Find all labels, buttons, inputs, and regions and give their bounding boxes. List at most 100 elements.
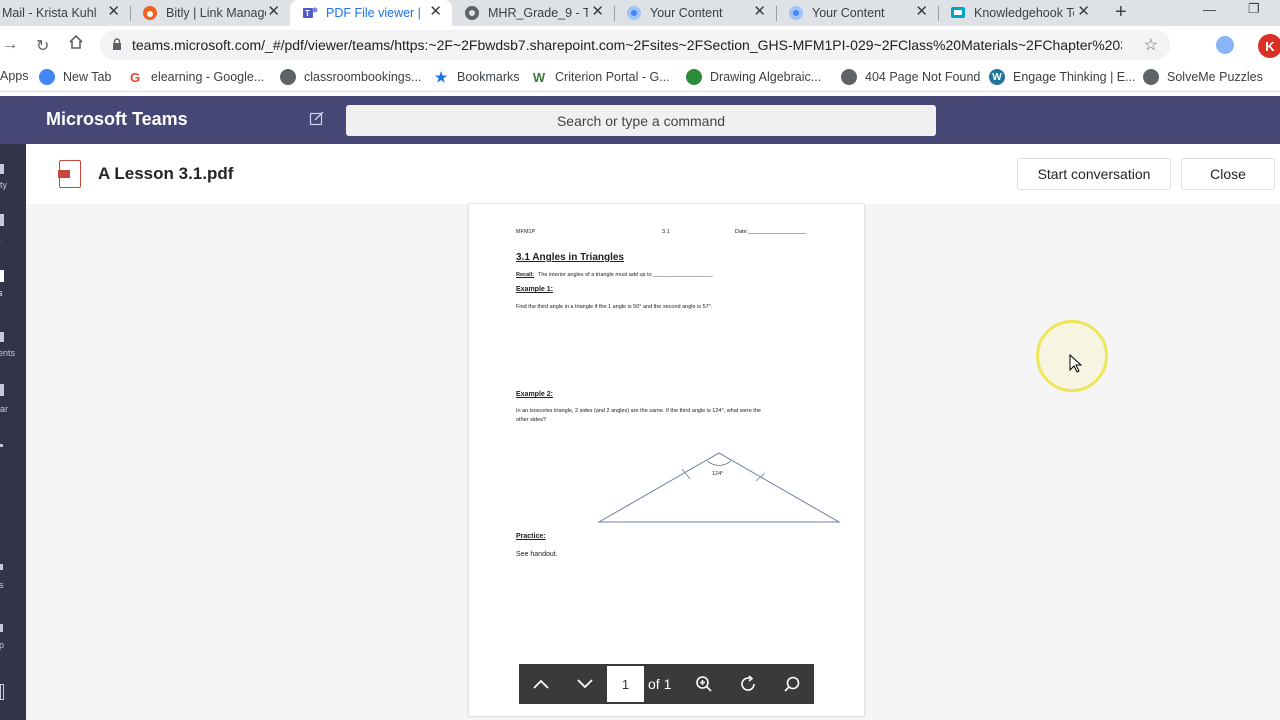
bookmark-404[interactable]: 404 Page Not Found bbox=[841, 69, 980, 85]
isosceles-triangle-diagram bbox=[597, 452, 841, 523]
browser-tab-your-content-1[interactable]: Your Content ✕ bbox=[614, 0, 776, 26]
chat-icon bbox=[0, 214, 4, 226]
teams-header: Microsoft Teams Search or type a command bbox=[0, 96, 1280, 144]
rail-item-download[interactable] bbox=[0, 684, 26, 704]
rail-label: nents bbox=[0, 348, 16, 358]
search-input[interactable]: Search or type a command bbox=[346, 105, 936, 136]
new-tab-plus-icon[interactable]: + bbox=[1115, 1, 1127, 24]
pdf-example2-text-line2: other sides? bbox=[516, 417, 546, 423]
minimize-icon[interactable]: — bbox=[1203, 2, 1216, 17]
forward-arrow-icon[interactable]: → bbox=[2, 36, 18, 54]
bookmark-label: Apps bbox=[0, 69, 29, 83]
knowledgehook-icon bbox=[950, 5, 966, 21]
chevron-down-icon bbox=[577, 679, 593, 689]
bookmark-solveme[interactable]: SolveMe Puzzles bbox=[1143, 69, 1263, 85]
bookmark-drawing-algebraic[interactable]: Drawing Algebraic... bbox=[686, 69, 821, 85]
next-page-button[interactable] bbox=[565, 664, 605, 704]
rail-item-chat[interactable]: t bbox=[0, 214, 26, 244]
mouse-cursor-icon bbox=[1069, 354, 1083, 373]
close-icon[interactable]: ✕ bbox=[267, 4, 280, 20]
browser-tab-mhr[interactable]: MHR_Grade_9 - Te ✕ bbox=[452, 0, 614, 26]
rail-label: ity bbox=[0, 180, 7, 190]
compose-icon[interactable] bbox=[309, 110, 325, 131]
search-button[interactable] bbox=[772, 664, 812, 704]
rail-item-apps[interactable]: s bbox=[0, 564, 26, 594]
calendar-icon bbox=[0, 384, 4, 396]
pdf-course-code: MFM1P bbox=[516, 229, 536, 235]
teams-icon bbox=[0, 270, 4, 282]
bookmark-bookmarks[interactable]: ★ Bookmarks bbox=[433, 69, 520, 85]
bookmark-classroombookings[interactable]: classroombookings... bbox=[280, 69, 421, 85]
globe-icon bbox=[1143, 69, 1159, 85]
activity-icon bbox=[0, 164, 4, 174]
more-icon bbox=[0, 444, 3, 447]
svg-text:T: T bbox=[305, 9, 310, 18]
address-bar[interactable]: teams.microsoft.com/_#/pdf/viewer/teams/… bbox=[100, 30, 1170, 60]
rail-item-assignments[interactable]: nents bbox=[0, 332, 26, 362]
close-icon[interactable]: ✕ bbox=[915, 4, 928, 20]
reload-icon[interactable]: ↻ bbox=[36, 36, 49, 56]
bookmark-star-icon[interactable]: ☆ bbox=[1144, 35, 1158, 55]
pdf-example1-text: Find the third angle in a triangle if th… bbox=[516, 304, 713, 310]
rail-item-teams[interactable]: s bbox=[0, 270, 26, 300]
pdf-recall-text: The interior angles of a triangle must a… bbox=[538, 272, 713, 278]
pdf-date-line: Date:___________________ bbox=[735, 229, 807, 235]
close-icon[interactable]: ✕ bbox=[107, 4, 120, 20]
apps-icon bbox=[0, 564, 3, 570]
bookmark-apps[interactable]: Apps bbox=[0, 69, 29, 83]
bookmark-label: 404 Page Not Found bbox=[865, 70, 981, 84]
globe-icon bbox=[464, 5, 480, 21]
browser-tab-knowledgehook[interactable]: Knowledgehook Te ✕ bbox=[938, 0, 1100, 26]
maximize-icon[interactable]: ❐ bbox=[1248, 1, 1260, 17]
close-icon[interactable]: ✕ bbox=[753, 4, 766, 20]
rotate-button[interactable] bbox=[728, 664, 768, 704]
pdf-example1-label: Example 1: bbox=[516, 286, 553, 293]
triangle-angle-label: 124° bbox=[712, 471, 724, 477]
content-icon bbox=[626, 5, 642, 21]
bookmark-new-tab[interactable]: New Tab bbox=[39, 69, 111, 85]
bookmark-label: Drawing Algebraic... bbox=[710, 70, 822, 84]
globe-icon bbox=[841, 69, 857, 85]
pdf-title: 3.1 Angles in Triangles bbox=[516, 252, 624, 263]
tab-title: Knowledgehook Te bbox=[974, 6, 1074, 20]
home-icon[interactable] bbox=[68, 34, 84, 55]
previous-page-button[interactable] bbox=[521, 664, 561, 704]
rail-item-more[interactable] bbox=[0, 444, 26, 454]
rail-label: s bbox=[0, 288, 3, 298]
document-header: A Lesson 3.1.pdf Start conversation Clos… bbox=[26, 144, 1280, 204]
chevron-up-icon bbox=[533, 679, 549, 689]
profile-avatar[interactable]: K bbox=[1258, 34, 1280, 58]
tab-title: Your Content bbox=[812, 6, 885, 20]
browser-toolbar: → ↻ teams.microsoft.com/_#/pdf/viewer/te… bbox=[0, 26, 1280, 64]
bookmark-elearning[interactable]: G elearning - Google... bbox=[127, 69, 264, 85]
close-icon[interactable]: ✕ bbox=[591, 4, 604, 20]
pdf-viewer-area[interactable]: MFM1P 3.1 Date:___________________ 3.1 A… bbox=[26, 204, 1280, 720]
rail-label: s bbox=[0, 580, 4, 590]
browser-tab-bitly[interactable]: Bitly | Link Manage ✕ bbox=[130, 0, 290, 26]
close-icon[interactable]: ✕ bbox=[1077, 4, 1090, 20]
close-icon[interactable]: ✕ bbox=[429, 4, 442, 20]
pdf-practice-text: See handout. bbox=[516, 551, 558, 558]
search-icon bbox=[784, 676, 800, 692]
rail-label: p bbox=[0, 640, 5, 650]
bookmark-label: Engage Thinking | E... bbox=[1013, 70, 1136, 84]
download-icon bbox=[0, 684, 4, 700]
browser-tab-pdf-viewer[interactable]: T PDF File viewer | M ✕ bbox=[290, 0, 452, 26]
browser-tab-your-content-2[interactable]: Your Content ✕ bbox=[776, 0, 938, 26]
rail-item-activity[interactable]: ity bbox=[0, 164, 26, 194]
start-conversation-button[interactable]: Start conversation bbox=[1017, 158, 1171, 190]
tab-title: Your Content bbox=[650, 6, 723, 20]
content-icon bbox=[788, 5, 804, 21]
pdf-file-icon bbox=[58, 160, 81, 188]
rail-label: t bbox=[0, 234, 1, 244]
browser-tab-mail[interactable]: Mail - Krista Kuhl ✕ bbox=[0, 0, 130, 26]
rail-item-help[interactable]: p bbox=[0, 624, 26, 654]
page-number-input[interactable] bbox=[607, 666, 644, 702]
close-button[interactable]: Close bbox=[1181, 158, 1275, 190]
extension-icon[interactable] bbox=[1216, 36, 1234, 54]
bookmark-engage-thinking[interactable]: W Engage Thinking | E... bbox=[989, 69, 1136, 85]
zoom-in-button[interactable] bbox=[684, 664, 724, 704]
bookmark-label: elearning - Google... bbox=[151, 70, 265, 84]
bookmark-criterion[interactable]: W Criterion Portal - G... bbox=[531, 69, 670, 85]
rail-item-calendar[interactable]: dar bbox=[0, 384, 26, 414]
